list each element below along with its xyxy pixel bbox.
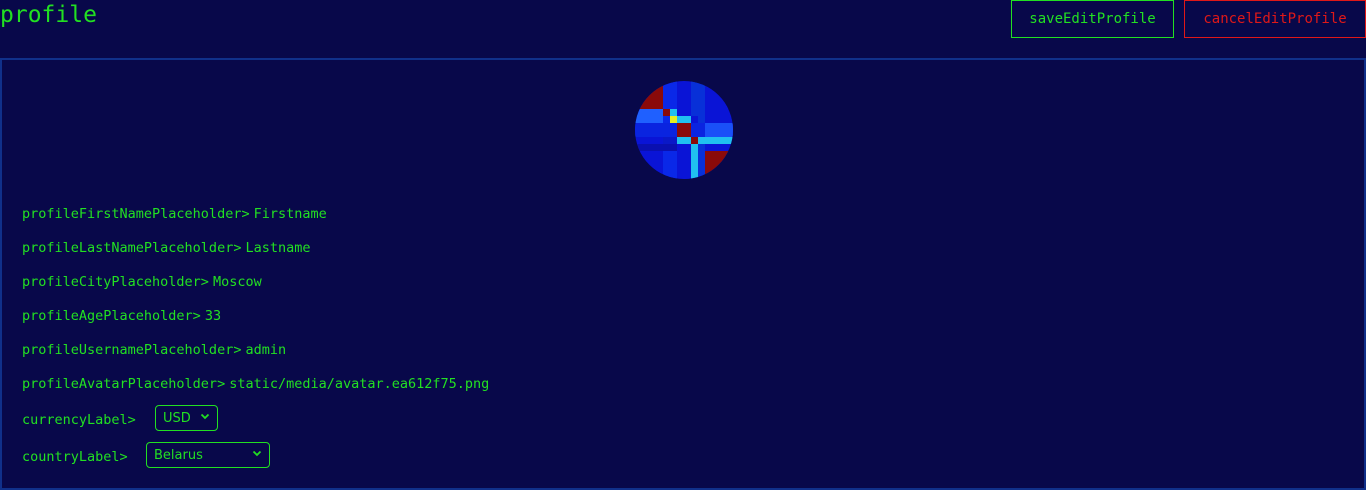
username-value[interactable]: admin xyxy=(245,342,286,358)
avatar-label: profileAvatarPlaceholder> xyxy=(22,376,226,392)
first-name-value[interactable]: Firstname xyxy=(254,206,327,222)
country-select[interactable]: Belarus xyxy=(146,442,270,468)
country-label: countryLabel> xyxy=(22,449,128,465)
save-edit-profile-button[interactable]: saveEditProfile xyxy=(1011,0,1174,38)
currency-select[interactable]: USD xyxy=(155,405,218,431)
currency-label: currencyLabel> xyxy=(22,412,136,428)
age-label: profileAgePlaceholder> xyxy=(22,308,201,324)
country-selected-value: Belarus xyxy=(154,447,203,463)
city-row: profileCityPlaceholder> Moscow xyxy=(22,273,262,291)
profile-card: profileFirstNamePlaceholder> Firstname pr… xyxy=(0,58,1366,490)
username-row: profileUsernamePlaceholder> admin xyxy=(22,341,286,359)
city-value[interactable]: Moscow xyxy=(213,274,262,290)
country-row: countryLabel> xyxy=(22,448,128,466)
last-name-row: profileLastNamePlaceholder> Lastname xyxy=(22,239,310,257)
first-name-label: profileFirstNamePlaceholder> xyxy=(22,206,250,222)
chevron-down-icon xyxy=(200,413,210,420)
first-name-row: profileFirstNamePlaceholder> Firstname xyxy=(22,205,327,223)
avatar-image xyxy=(635,81,733,179)
cancel-edit-profile-button[interactable]: cancelEditProfile xyxy=(1184,0,1366,38)
currency-selected-value: USD xyxy=(163,410,191,426)
avatar xyxy=(635,81,733,179)
username-label: profileUsernamePlaceholder> xyxy=(22,342,242,358)
avatar-row: profileAvatarPlaceholder> static/media/av… xyxy=(22,375,489,393)
city-label: profileCityPlaceholder> xyxy=(22,274,209,290)
avatar-value[interactable]: static/media/avatar.ea612f75.png xyxy=(229,376,489,392)
age-row: profileAgePlaceholder> 33 xyxy=(22,307,221,325)
page-title: profile xyxy=(0,2,97,28)
age-value[interactable]: 33 xyxy=(205,308,221,324)
currency-row: currencyLabel> xyxy=(22,411,136,429)
last-name-value[interactable]: Lastname xyxy=(245,240,310,256)
chevron-down-icon xyxy=(252,450,262,457)
last-name-label: profileLastNamePlaceholder> xyxy=(22,240,242,256)
